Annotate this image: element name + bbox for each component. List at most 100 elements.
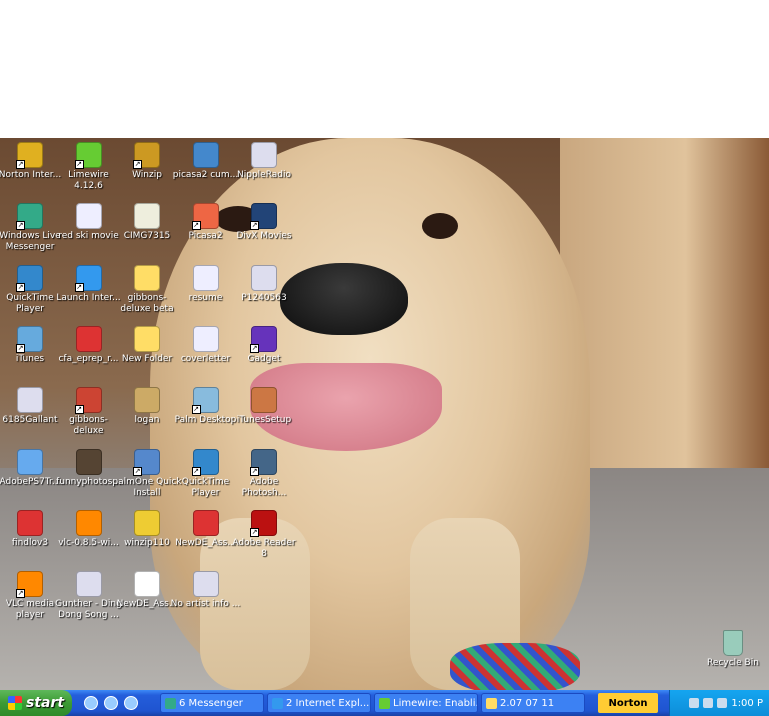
recycle-bin-icon[interactable]: Recycle Bin (698, 630, 768, 669)
icon-glyph-icon: ↗ (250, 448, 277, 476)
shortcut-arrow-icon: ↗ (250, 527, 259, 537)
task-icon (486, 697, 497, 709)
clock: 1:00 P (731, 697, 763, 709)
icon-glyph-icon (134, 264, 160, 291)
icon-label: 6185Gallant (2, 415, 58, 426)
icon-glyph-icon (75, 571, 102, 598)
icon-glyph-icon: ↗ (16, 142, 43, 169)
icon-label: iTunesSetup (236, 415, 292, 426)
icon-glyph-icon (251, 142, 277, 168)
icon-glyph-icon (134, 571, 160, 598)
icon-label: Picasa2 (188, 231, 223, 242)
icon-label: Adobe Photosh... (241, 476, 287, 498)
icon-glyph-icon: ↗ (16, 264, 43, 292)
icon-glyph-icon (134, 509, 160, 536)
tray-icon[interactable] (703, 698, 714, 708)
shortcut-arrow-icon: ↗ (16, 221, 25, 231)
icon-label: logan (134, 415, 160, 426)
task-label: 2.07 07 11 (500, 697, 555, 709)
desktop-icon[interactable]: ↗ Adobe Reader 8 (229, 509, 299, 560)
wallpaper-wall (560, 138, 769, 478)
taskbar-button[interactable]: 2.07 07 11 (481, 693, 585, 713)
shortcut-arrow-icon: ↗ (250, 343, 259, 353)
icon-glyph-icon (134, 203, 160, 230)
ie-icon[interactable] (124, 696, 138, 710)
shortcut-arrow-icon: ↗ (250, 221, 259, 231)
icon-glyph-icon (17, 387, 43, 414)
icon-label: gibbons- deluxe beta (120, 292, 174, 314)
icon-glyph-icon: ↗ (250, 325, 277, 353)
start-button[interactable]: start (0, 690, 72, 716)
shortcut-arrow-icon: ↗ (74, 405, 84, 415)
icon-label: P1240563 (241, 292, 287, 303)
icon-glyph-icon (192, 264, 219, 291)
shortcut-arrow-icon: ↗ (16, 160, 25, 169)
tray-icon[interactable] (689, 698, 700, 708)
desktop-icon[interactable]: ↗ Adobe Photosh... (229, 448, 299, 499)
icon-glyph-icon: ↗ (191, 387, 219, 415)
desktop-icon[interactable]: NippleRadio (229, 142, 299, 181)
icon-label: Norton Inter... (0, 170, 62, 180)
icon-glyph-icon (134, 387, 160, 414)
desktop-icon[interactable]: iTunesSetup (229, 387, 299, 426)
icon-label: winzip110 (124, 537, 170, 548)
windows-flag-icon (8, 696, 22, 710)
icon-label: QuickTime Player (181, 476, 230, 498)
icon-label: cfa_eprep_r... (58, 353, 119, 364)
icon-glyph-icon (192, 142, 219, 168)
quick-launch-icon[interactable] (84, 696, 98, 710)
icon-glyph-icon: ↗ (133, 142, 160, 169)
icon-label: Limewire 4.12.6 (68, 170, 109, 191)
icon-glyph-icon: ↗ (16, 203, 43, 231)
taskbar-button[interactable]: Limewire: Enabli... (374, 693, 478, 713)
icon-label: Winzip (132, 170, 162, 180)
icon-glyph-icon (251, 387, 277, 414)
norton-tray-button[interactable]: Norton (598, 693, 658, 713)
desktop-icon[interactable]: P1240563 (229, 264, 299, 304)
shortcut-arrow-icon: ↗ (74, 160, 84, 169)
shortcut-arrow-icon: ↗ (191, 466, 201, 476)
desktop-icon[interactable]: No artist info ... (171, 571, 241, 610)
shortcut-arrow-icon: ↗ (74, 282, 84, 292)
icon-glyph-icon: ↗ (74, 142, 102, 169)
taskbar: start 6 Messenger 2 Internet Expl... Limew… (0, 690, 769, 716)
shortcut-arrow-icon: ↗ (191, 405, 201, 415)
icon-glyph-icon: ↗ (74, 264, 102, 292)
icon-glyph-icon (192, 571, 219, 598)
icon-label: iTunes (15, 353, 45, 364)
recycle-bin-glyph-icon (723, 630, 743, 656)
task-label: 2 Internet Expl... (286, 697, 370, 709)
icon-label: CIMG7315 (123, 231, 171, 242)
tray-icon[interactable] (717, 698, 728, 708)
icon-label: New Folder (121, 353, 173, 364)
start-label: start (26, 695, 65, 711)
icon-label: NippleRadio (237, 170, 291, 180)
icon-glyph-icon (75, 325, 102, 352)
icon-glyph-icon (192, 325, 219, 352)
icon-label: Adobe Reader 8 (232, 537, 296, 559)
shortcut-arrow-icon: ↗ (16, 589, 25, 599)
task-label: 6 Messenger (179, 697, 243, 709)
icon-label: Palm Desktop (174, 415, 237, 426)
desktop-icon[interactable]: ↗ Gadget (229, 325, 299, 365)
icon-label: QuickTime Player (6, 292, 54, 314)
taskbar-button[interactable]: 2 Internet Expl... (267, 693, 371, 713)
icon-glyph-icon: ↗ (191, 448, 219, 476)
icon-label: Recycle Bin (707, 658, 759, 668)
icon-glyph-icon (17, 509, 43, 536)
icon-glyph-icon: ↗ (191, 203, 219, 231)
shortcut-arrow-icon: ↗ (16, 282, 25, 292)
icon-label: NewDE_Ass... (175, 537, 236, 548)
quick-launch-icon[interactable] (104, 696, 118, 710)
task-icon (379, 697, 390, 709)
desktop: ↗ Norton Inter... ↗ Limewire 4.12.6 ↗ Winzip p… (0, 138, 769, 690)
shortcut-arrow-icon: ↗ (191, 221, 201, 231)
icon-label: AdobePS7Tr... (0, 476, 61, 487)
desktop-icon[interactable]: ↗ DivX Movies (229, 203, 299, 242)
icon-glyph-icon (75, 448, 102, 475)
icon-label: resume (188, 292, 223, 303)
taskbar-button[interactable]: 6 Messenger (160, 693, 264, 713)
icon-label: coverletter (180, 353, 231, 364)
icon-glyph-icon: ↗ (250, 203, 277, 231)
task-icon (165, 697, 176, 709)
